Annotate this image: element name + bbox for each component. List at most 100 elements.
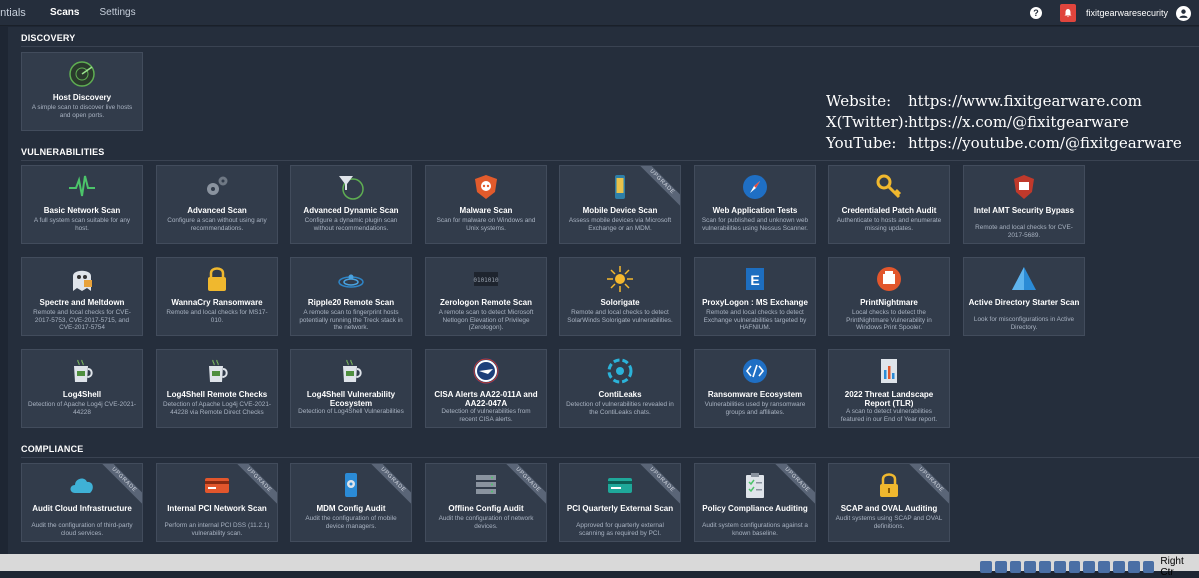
scan-template-card[interactable]: WannaCry Ransomware Remote and local chec… [156,257,278,336]
audio-icon[interactable] [1009,561,1022,573]
card-title: Log4Shell Remote Checks [166,390,268,399]
card-description: Audit system configurations against a kn… [702,522,808,537]
scan-template-card[interactable]: Basic Network Scan A full system scan sui… [21,165,143,244]
section-divider [21,46,1199,47]
padlock-icon [157,263,277,295]
cd-icon[interactable] [994,561,1007,573]
top-navigation-bar: entials Scans Settings ? fixitgearwarese… [0,0,1199,26]
ripple-icon [291,263,411,295]
card-title: Ripple20 Remote Scan [307,298,395,307]
network-icon[interactable] [1024,561,1037,573]
vm-status-icon[interactable] [980,561,992,573]
card-description: Remote and local checks for MS17-010. [166,309,268,324]
card-description: Vulnerabilities used by ransomware group… [704,401,806,416]
overlay-line-youtube: YouTube: https://youtube.com/@fixitgearwa… [826,134,1182,152]
card-description: Configure a dynamic plugin scan without … [304,217,398,232]
card-title: Mobile Device Scan [582,206,658,215]
scan-template-card[interactable]: Log4Shell Detection of Apache Log4j CVE-2… [21,349,143,428]
section-divider [21,160,1199,161]
card-description: Detection of vulnerabilities revealed in… [566,401,674,416]
card-description: Audit systems using SCAP and OVAL defini… [835,515,943,530]
user-avatar-icon[interactable] [1176,5,1191,21]
card-description: Perform an internal PCI DSS (11.2.1) vul… [164,522,270,537]
scan-template-card[interactable]: E ProxyLogon : MS Exchange Remote and loca… [694,257,816,336]
report-icon [829,355,949,387]
scan-template-card[interactable]: Malware Scan Scan for malware on Windows … [425,165,547,244]
scan-template-card[interactable]: MDM Config Audit Audit the configuration … [290,463,412,542]
scan-template-card[interactable]: Credentialed Patch Audit Authenticate to … [828,165,950,244]
amt-shield-icon [964,171,1084,203]
scan-template-card[interactable]: Offline Config Audit Audit the configurat… [425,463,547,542]
card-title: Zerologon Remote Scan [439,298,532,307]
scan-template-card[interactable]: Mobile Device Scan Assess mobile devices … [559,165,681,244]
compass-icon [695,171,815,203]
card-description: Remote and local checks to detect Exchan… [703,309,807,331]
mug-icon [291,355,411,387]
scan-template-card[interactable]: Audit Cloud Infrastructure Audit the conf… [21,463,143,542]
shared-folder-icon[interactable] [1053,561,1066,573]
scan-template-card[interactable]: Log4Shell Remote Checks Detection of Apac… [156,349,278,428]
card-title: PCI Quarterly External Scan [566,504,674,513]
card-title: ProxyLogon : MS Exchange [702,298,808,307]
username[interactable]: fixitgearwaresecurity [1086,8,1168,18]
section-title-vulnerabilities: VULNERABILITIES [21,147,105,157]
overlay-line-twitter: X(Twitter):https://x.com/@fixitgearware [826,113,1129,131]
mouse-icon[interactable] [1113,561,1125,573]
code-icon [695,355,815,387]
scan-template-card[interactable]: SCAP and OVAL Auditing Audit systems usin… [828,463,950,542]
card-description: Remote and local checks for CVE-2017-568… [975,224,1073,239]
scan-template-card[interactable]: Solorigate Remote and local checks to det… [559,257,681,336]
host-taskbar: Right Ctr [0,554,1199,578]
keyboard-icon[interactable] [1098,561,1111,573]
scan-template-card[interactable]: Advanced Scan Configure a scan without us… [156,165,278,244]
tab-scans[interactable]: Scans [50,7,79,18]
download-icon[interactable] [1142,561,1155,573]
usb-icon[interactable] [1039,561,1051,573]
help-icon[interactable]: ? [1029,7,1042,19]
tab-settings[interactable]: Settings [99,7,135,18]
card-description: Assess mobile devices via Microsoft Exch… [568,217,672,232]
section-title-discovery: DISCOVERY [21,33,76,43]
exchange-icon: E [695,263,815,295]
scan-template-card[interactable]: Ripple20 Remote Scan A remote scan to fin… [290,257,412,336]
card-description: Detection of Apache Log4j CVE-2021-44228 [28,401,137,416]
card-description: Look for misconfigurations in Active Dir… [973,316,1075,331]
card-description: Scan for malware on Windows and Unix sys… [436,217,536,232]
key-icon [829,171,949,203]
card-title: CISA Alerts AA22-011A and AA22-047A [434,390,538,408]
card-description: A remote scan to detect Microsoft Netlog… [438,309,534,331]
card-description: Detection of Apache Log4j CVE-2021-44228… [163,401,272,416]
scan-template-card[interactable]: Active Directory Starter Scan Look for mi… [963,257,1085,336]
scan-template-card[interactable]: ContiLeaks Detection of vulnerabilities r… [559,349,681,428]
scan-template-card[interactable]: Web Application Tests Scan for published … [694,165,816,244]
scan-template-card[interactable]: CISA Alerts AA22-011A and AA22-047A Detec… [425,349,547,428]
section-title-compliance: COMPLIANCE [21,444,84,454]
scan-template-card[interactable]: Intel AMT Security Bypass Remote and loca… [963,165,1085,244]
topbar-actions: ? fixitgearwaresecurity [1029,4,1191,22]
pyramid-icon [964,263,1084,295]
scan-template-card[interactable]: Internal PCI Network Scan Perform an inte… [156,463,278,542]
brand-name[interactable]: entials [0,7,30,19]
svg-text:0101010: 0101010 [473,277,499,284]
scan-template-card[interactable]: PrintNightmare Local checks to detect the… [828,257,950,336]
notifications-bell-icon[interactable] [1059,4,1076,22]
funnel-radar-icon [291,171,411,203]
card-description: Configure a scan without using any recom… [167,217,267,232]
scan-template-card[interactable]: Host Discovery A simple scan to discover … [21,52,143,131]
scan-template-card[interactable]: Ransomware Ecosystem Vulnerabilities used… [694,349,816,428]
scan-template-card[interactable]: 2022 Threat Landscape Report (TLR) A scan… [828,349,950,428]
vm-app-icon[interactable] [1127,561,1140,573]
scan-template-card[interactable]: Policy Compliance Auditing Audit system c… [694,463,816,542]
scan-template-card[interactable]: 0101010 Zerologon Remote Scan A remote sca… [425,257,547,336]
record-icon[interactable] [1083,561,1096,573]
card-description: A simple scan to discover live hosts and… [31,104,133,119]
display-icon[interactable] [1068,561,1081,573]
scan-template-card[interactable]: PCI Quarterly External Scan Approved for … [559,463,681,542]
svg-text:E: E [750,272,759,288]
card-description: Local checks to detect the PrintNightmar… [846,309,932,331]
scan-template-card[interactable]: Log4Shell Vulnerability Ecosystem Detecti… [290,349,412,428]
card-title: PrintNightmare [860,298,918,307]
scan-template-card[interactable]: Spectre and Meltdown Remote and local che… [21,257,143,336]
scan-template-card[interactable]: Advanced Dynamic Scan Configure a dynamic… [290,165,412,244]
mug-icon [157,355,277,387]
